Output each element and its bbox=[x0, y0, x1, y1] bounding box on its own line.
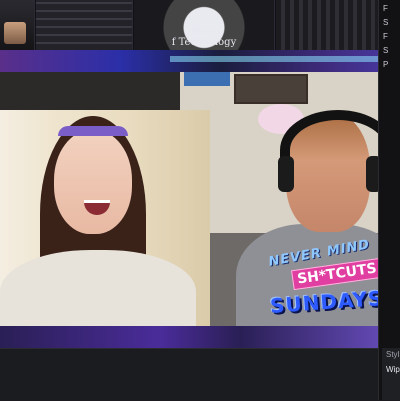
style-label: Styl bbox=[386, 350, 400, 359]
thumbnail-4[interactable] bbox=[276, 0, 379, 50]
brand-line3: SUNDAYS bbox=[269, 286, 385, 318]
side-panel-label-2[interactable]: F bbox=[383, 32, 388, 41]
host-headband bbox=[58, 126, 128, 136]
thumbnail-1[interactable] bbox=[0, 0, 35, 50]
side-panel-label-3[interactable]: S bbox=[383, 46, 388, 55]
side-panel-label-4[interactable]: P bbox=[383, 60, 388, 69]
thumbnail-3[interactable]: ence f Technology bbox=[134, 0, 275, 50]
lower-glitch-band bbox=[0, 326, 400, 348]
thumbnail-2[interactable] bbox=[36, 0, 133, 50]
host-face bbox=[54, 130, 132, 234]
thumbnail-logo-line2: f Technology bbox=[171, 37, 237, 48]
side-panel-label-0[interactable]: F bbox=[383, 4, 388, 13]
glitch-bar bbox=[170, 56, 400, 62]
webcam-face-thumb bbox=[4, 22, 26, 44]
bottom-editor-panel bbox=[0, 348, 400, 401]
thumbnail-strip: ence f Technology bbox=[0, 0, 400, 52]
video-preview-stage[interactable]: NEVER MIND SH*TCUTS SUNDAYS bbox=[0, 72, 400, 350]
wall-frame bbox=[234, 74, 308, 104]
wipe-option[interactable]: Wipe bbox=[386, 365, 400, 374]
video-feed-left bbox=[0, 110, 210, 340]
side-panel: F S F S P bbox=[378, 0, 400, 400]
wall-poster bbox=[184, 72, 230, 86]
thumbnail-logo-line1: ence bbox=[192, 26, 216, 37]
host-mouth bbox=[84, 200, 110, 215]
earcup-left bbox=[278, 156, 294, 192]
side-panel-label-1[interactable]: S bbox=[383, 18, 388, 27]
